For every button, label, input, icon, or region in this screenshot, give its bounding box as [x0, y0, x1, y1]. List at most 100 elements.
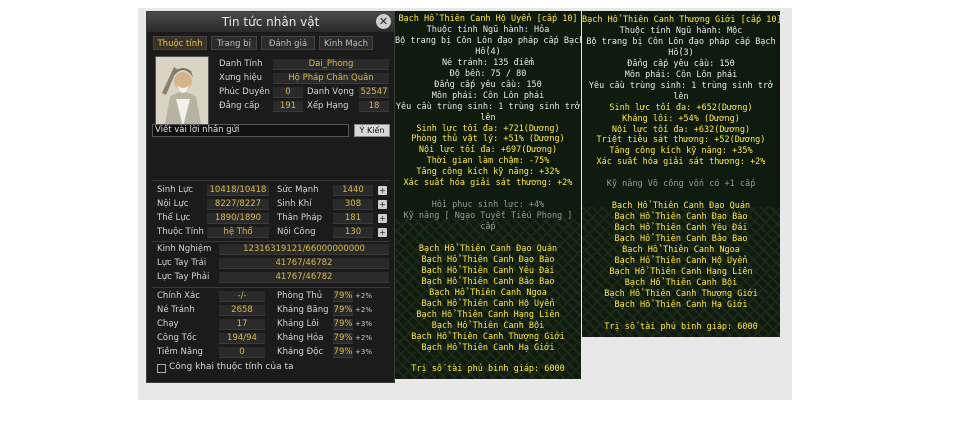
tooltip-line: Bộ trang bị Côn Lôn đạo pháp cấp Bạch — [395, 35, 581, 46]
feedback-button[interactable]: Ý Kiến — [354, 124, 390, 137]
tooltip-line: Thời gian làm chậm: -75% — [426, 156, 550, 167]
inner-power-label: Nội Công — [277, 227, 316, 237]
title-value: Hộ Pháp Chân Quân — [273, 73, 389, 84]
right-hand-label: Lực Tay Phải — [157, 272, 210, 282]
run-value: 17 — [219, 319, 265, 330]
tooltip-line: Đẳng cấp yêu cầu: 150 — [627, 58, 735, 69]
rank-label: Xếp Hạng — [307, 101, 349, 111]
potential-label: Tiềm Năng — [157, 347, 203, 357]
tooltip-line: Bạch Hổ Thiên Canh Bội — [624, 277, 738, 288]
poison-resist-value: 79% — [333, 347, 353, 358]
vitality-value: 308 — [333, 199, 373, 210]
tooltip-line: Kháng lôi: +54% (Dương) — [622, 113, 740, 124]
fire-resist-bonus: +2% — [355, 334, 372, 342]
tooltip-line: Tăng công kích kỹ năng: +32% — [416, 167, 560, 178]
add-vitality-icon[interactable]: + — [378, 200, 387, 209]
fortune-label: Phúc Duyên — [219, 87, 270, 97]
tooltip-line: Nội lực tối đa: +697(Dương) — [418, 145, 558, 156]
agility-value: 181 — [333, 213, 373, 224]
close-icon[interactable]: ✕ — [376, 14, 391, 29]
tooltip-line: Bộ trang bị Côn Lôn đạo pháp cấp Bạch — [586, 36, 776, 47]
fame-value: 52547 — [359, 87, 389, 98]
dodge-value: 2658 — [219, 305, 265, 316]
thunder-resist-bonus: +3% — [355, 320, 372, 328]
tooltip-line: Môn phái: Côn Lôn phái — [431, 90, 545, 101]
tooltip-line: Xác suất hóa giải sát thương: +2% — [403, 178, 573, 189]
tooltip-line: Tăng công kích kỹ năng: +35% — [609, 146, 753, 157]
attack-speed-label: Công Tốc — [157, 333, 197, 343]
thunder-resist-value: 79% — [333, 319, 353, 330]
tooltip-line: Bạch Hổ Thiên Canh Hạ Giới — [421, 342, 555, 353]
tab-attributes[interactable]: Thuộc tính — [153, 36, 207, 50]
public-attributes-checkbox[interactable] — [157, 364, 166, 373]
tooltip-line: Phòng thủ vật lý: +51% (Dương) — [411, 134, 565, 145]
hp-value: 10418/10418 — [207, 185, 269, 196]
tooltip-line: Bạch Hổ Thiên Canh Thượng Giới — [411, 331, 565, 342]
tooltip-line: Xác suất hóa giải sát thương: +2% — [596, 157, 766, 168]
tab-meridians[interactable]: Kinh Mạch — [319, 36, 373, 50]
tooltip-line: Triệt tiêu sát thương: +52(Dương) — [596, 135, 766, 146]
attack-speed-value: 194/94 — [219, 333, 265, 344]
fire-resist-label: Kháng Hỏa — [277, 333, 324, 343]
divider — [152, 241, 390, 242]
tooltip-line: Bạch Hổ Thiên Canh Đạo Bào — [421, 254, 555, 265]
item-tooltip-ho-uyen: Bạch Hổ Thiên Canh Hộ Uyển [cấp 10] Thuộc… — [395, 11, 581, 379]
tooltip-line: Bạch Hổ Thiên Canh Hộ Uyển — [421, 298, 555, 309]
message-input[interactable]: Viết vài lời nhắn gửi — [152, 124, 349, 137]
add-strength-icon[interactable]: + — [378, 186, 387, 195]
add-agility-icon[interactable]: + — [378, 214, 387, 223]
tooltip-line: Hổ(4) — [475, 46, 501, 57]
defense-label: Phòng Thủ — [277, 291, 323, 301]
rank-value: 18 — [359, 101, 389, 112]
accuracy-value: -/- — [219, 291, 265, 302]
title-label: Xưng hiệu — [219, 73, 263, 83]
ice-resist-bonus: +2% — [355, 306, 372, 314]
fire-resist-value: 79% — [333, 333, 353, 344]
left-hand-value: 41767/46782 — [219, 258, 389, 269]
tooltip-line: Bạch Hổ Thiên Canh Hạng Liên — [609, 266, 753, 277]
tooltip-line: Bạch Hổ Thiên Canh Ngoa — [429, 287, 547, 298]
thunder-resist-label: Kháng Lôi — [277, 319, 319, 329]
tooltip-line: Môn phái: Côn Lôn phái — [624, 69, 738, 80]
tooltip-line: Kỹ năng [ Ngạo Tuyết Tiếu Phong ] — [403, 211, 573, 222]
tooltip-line: Bạch Hổ Thiên Canh Bảo Bao — [614, 234, 748, 244]
tooltip-line: Sinh lực tối đa: +652(Dương) — [609, 102, 753, 113]
tooltip-line: lên — [480, 112, 496, 123]
tooltip-line: Bạch Hổ Thiên Canh Hạ Giới — [614, 299, 748, 310]
character-portrait — [155, 56, 209, 128]
tooltip-line: Bạch Hổ Thiên Canh Hộ Uyển — [614, 255, 748, 266]
mp-label: Nội Lực — [157, 199, 189, 209]
tooltip-line: Bạch Hổ Thiên Canh Thượng Giới — [604, 288, 758, 299]
ice-resist-value: 79% — [333, 305, 353, 316]
element-value: hệ Thổ — [207, 227, 269, 238]
tooltip-line: Yêu cầu trùng sinh: 1 trùng sinh trở — [588, 80, 774, 91]
defense-value: 79% — [333, 291, 353, 302]
divider — [152, 287, 390, 288]
tooltip-line: Nội lực tối đa: +632(Dương) — [611, 124, 751, 135]
tooltip-line: Thuộc tính Ngũ hành: Hỏa — [426, 24, 550, 35]
tooltip-line: Bạch Hổ Thiên Canh Ngoa — [622, 244, 740, 255]
exp-value: 12316319121/66000000000 — [219, 244, 389, 255]
run-label: Chạy — [157, 319, 179, 329]
poison-resist-label: Kháng Độc — [277, 347, 324, 357]
ice-resist-label: Kháng Băng — [277, 305, 329, 315]
tooltip-line: Thuộc tính Ngũ hành: Mộc — [619, 25, 743, 36]
public-attributes-label: Công khai thuộc tính của ta — [169, 362, 294, 372]
tab-equipment[interactable]: Trang bị — [211, 36, 257, 50]
stamina-label: Thể Lực — [157, 213, 191, 223]
tooltip-line: Hổ(3) — [668, 47, 694, 58]
tab-evaluation[interactable]: Đánh giá — [261, 36, 315, 50]
exp-label: Kinh Nghiệm — [157, 244, 212, 254]
hp-label: Sinh Lực — [157, 185, 194, 195]
add-inner-power-icon[interactable]: + — [378, 228, 387, 237]
tooltip-line: Bạch Hổ Thiên Canh Đạo Quán — [418, 243, 558, 254]
right-hand-value: 41767/46782 — [219, 272, 389, 283]
tooltip-line: Bạch Hổ Thiên Canh Bội — [431, 320, 545, 331]
tooltip-line: Sinh lực tối đa: +721(Dương) — [416, 123, 560, 134]
level-value: 191 — [273, 101, 303, 112]
potential-value: 0 — [219, 347, 265, 358]
vitality-label: Sinh Khí — [277, 199, 312, 209]
tooltip-line: Trị số tài phú binh giáp: 6000 — [411, 364, 565, 375]
left-hand-label: Lực Tay Trái — [157, 258, 207, 268]
tooltip-line: Bạch Hổ Thiên Canh Thượng Giới [cấp 10] — [582, 15, 780, 25]
